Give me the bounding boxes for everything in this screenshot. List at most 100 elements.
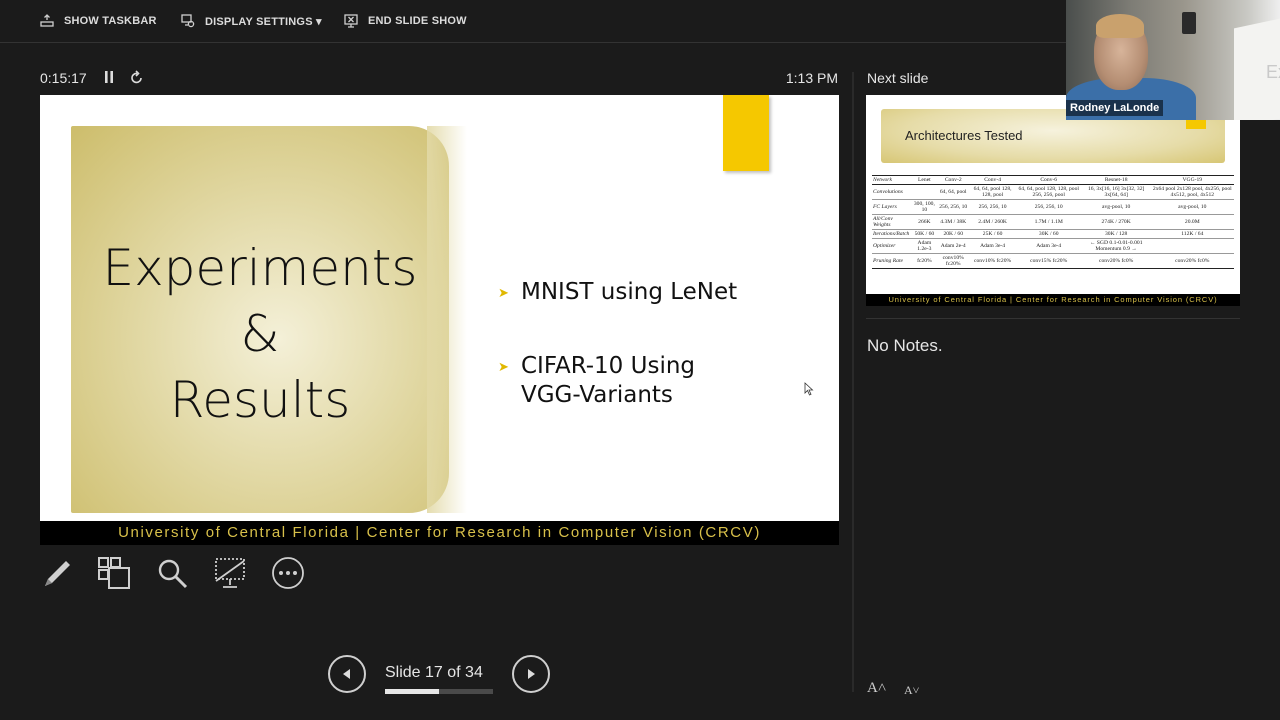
panel-divider[interactable]: [852, 72, 854, 692]
table-cell: Adam 1.2e-3: [911, 238, 937, 254]
presenter-hair: [1096, 14, 1144, 38]
end-show-icon: [344, 14, 358, 28]
table-row: Iterations/Batch 50K / 60 20K / 60 25K / 60…: [872, 229, 1234, 239]
table-header-cell: VGG-19: [1150, 175, 1234, 185]
display-settings-button[interactable]: DISPLAY SETTINGS ▾: [181, 0, 322, 42]
table-header-cell: Conv-6: [1015, 175, 1082, 185]
more-options-button[interactable]: [270, 555, 306, 591]
table-header-cell: Resnet-18: [1081, 175, 1151, 185]
table-row: Convolutions 64, 64, pool 64, 64, pool 128…: [872, 184, 1234, 200]
table-cell: conv15% fc20%: [1015, 253, 1082, 269]
table-cell: FC Layers: [872, 199, 912, 215]
see-all-slides-button[interactable]: [96, 555, 132, 591]
webcam-screen-text: Ex: [1266, 62, 1280, 82]
table-cell: avg-pool, 10: [1081, 199, 1151, 215]
table-cell: 16, 3x[16, 16] 3x[32, 32] 3x[64, 64]: [1081, 184, 1151, 200]
webcam-speaker: [1182, 12, 1196, 34]
screen-toggle-icon: [215, 558, 245, 588]
table-cell: conv20% fc0%: [1150, 253, 1234, 269]
end-slide-show-button[interactable]: END SLIDE SHOW: [344, 0, 467, 42]
pause-timer-icon[interactable]: [104, 70, 114, 84]
table-cell: conv10% fc20%: [936, 253, 970, 269]
table-cell: 64, 64, pool 128, 128, pool: [969, 184, 1016, 200]
table-header-cell: Conv-4: [969, 175, 1016, 185]
previous-slide-button[interactable]: [328, 655, 366, 693]
next-slide-thumbnail[interactable]: Architectures Tested Network Lenet Conv-…: [866, 95, 1240, 306]
webcam-video[interactable]: Ex Rodney LaLonde: [1066, 0, 1280, 120]
zoom-button[interactable]: [154, 555, 190, 591]
display-settings-label: DISPLAY SETTINGS ▾: [205, 15, 322, 28]
table-cell: 20.0M: [1150, 214, 1234, 230]
table-cell: Optimizer: [872, 238, 912, 254]
bullet-arrow-icon: ➤: [498, 286, 509, 301]
table-cell: conv10% fc20%: [969, 253, 1016, 269]
current-time: 1:13 PM: [785, 70, 838, 86]
more-icon: [272, 557, 304, 589]
thumbnail-footer: University of Central Florida | Center f…: [866, 294, 1240, 306]
slide-counter[interactable]: Slide 17 of 34: [385, 664, 495, 682]
table-cell: avg-pool, 10: [1150, 199, 1234, 215]
table-cell: fc20%: [911, 253, 937, 269]
table-cell: ← SGD 0.1-0.01-0.001 Momentum 0.9 →: [1081, 238, 1151, 254]
bullet-text: MNIST using LeNet: [521, 279, 738, 305]
table-cell: 64, 64, pool 128, 128, pool 256, 256, po…: [1015, 184, 1082, 200]
table-cell: [911, 184, 937, 200]
black-screen-button[interactable]: [212, 555, 248, 591]
next-slide-button[interactable]: [512, 655, 550, 693]
taskbar-icon: [40, 14, 54, 27]
slide-footer: University of Central Florida | Center f…: [40, 521, 839, 545]
table-cell: 25K / 60: [969, 229, 1016, 239]
table-cell: 30K / 60: [1015, 229, 1082, 239]
table-cell: 2x64 pool 2x128 pool, 4x256, pool 4x512,…: [1150, 184, 1234, 200]
table-cell: Adam 3e-4: [969, 238, 1016, 254]
triangle-left-icon: [343, 669, 350, 679]
table-cell: Adam 3e-4: [1015, 238, 1082, 254]
bullet-text: CIFAR-10 Using VGG-Variants: [521, 353, 696, 408]
table-header-row: Network Lenet Conv-2 Conv-4 Conv-6 Resne…: [872, 175, 1234, 185]
speaker-notes[interactable]: No Notes.: [867, 336, 943, 356]
table-row: Optimizer Adam 1.2e-3 Adam 2e-4 Adam 3e-4 Ad…: [872, 238, 1234, 254]
table-header-cell: Conv-2: [936, 175, 970, 185]
table-cell: [1150, 238, 1234, 254]
pen-icon: [45, 561, 70, 586]
table-cell: 20K / 60: [936, 229, 970, 239]
mouse-cursor-icon: [804, 382, 814, 396]
table-cell: 2.4M / 260K: [969, 214, 1016, 230]
triangle-right-icon: [528, 669, 535, 679]
slide-title-line: &: [240, 305, 280, 363]
slide-progress-bar: [385, 689, 493, 694]
table-cell: 256, 256, 10: [936, 199, 970, 215]
table-cell: 50K / 60: [911, 229, 937, 239]
thumbnail-title: Architectures Tested: [905, 128, 1023, 143]
pen-tool-button[interactable]: [40, 555, 76, 591]
display-settings-icon: [181, 14, 195, 28]
decrease-font-button[interactable]: A˅: [904, 683, 919, 698]
current-slide[interactable]: Experiments & Results ➤ MNIST using LeNe…: [40, 95, 839, 521]
show-taskbar-label: SHOW TASKBAR: [64, 15, 157, 27]
table-cell: Adam 2e-4: [936, 238, 970, 254]
presenter-name: Rodney LaLonde: [1066, 100, 1164, 116]
elapsed-timer: 0:15:17: [40, 70, 87, 86]
table-cell: Iterations/Batch: [872, 229, 912, 239]
show-taskbar-button[interactable]: SHOW TASKBAR: [40, 0, 157, 42]
table-cell: 1.7M / 1.1M: [1015, 214, 1082, 230]
bullet-arrow-icon: ➤: [498, 360, 509, 375]
table-cell: 256, 256, 10: [969, 199, 1016, 215]
table-cell: Convolutions: [872, 184, 912, 200]
bullet-item: ➤ MNIST using LeNet: [498, 278, 737, 307]
table-cell: 4.3M / 38K: [936, 214, 970, 230]
table-row: FC Layers 300, 100, 10 256, 256, 10 256, 25…: [872, 199, 1234, 215]
slide-title: Experiments & Results: [71, 235, 449, 433]
table-cell: conv20% fc0%: [1081, 253, 1151, 269]
increase-font-button[interactable]: A˄: [867, 680, 886, 697]
table-cell: Pruning Rate: [872, 253, 912, 269]
table-cell: 30K / 128: [1081, 229, 1151, 239]
decrease-font-icon: A˅: [904, 683, 920, 697]
table-cell: All/Conv Weights: [872, 214, 912, 230]
yellow-accent-tab: [723, 95, 769, 171]
increase-font-icon: A˄: [867, 680, 887, 696]
table-row: Pruning Rate fc20% conv10% fc20% conv10% fc…: [872, 253, 1234, 269]
restart-timer-icon[interactable]: [130, 69, 144, 85]
slide-progress-fill: [385, 689, 439, 694]
bullet-item: ➤ CIFAR-10 Using VGG-Variants: [498, 352, 695, 410]
